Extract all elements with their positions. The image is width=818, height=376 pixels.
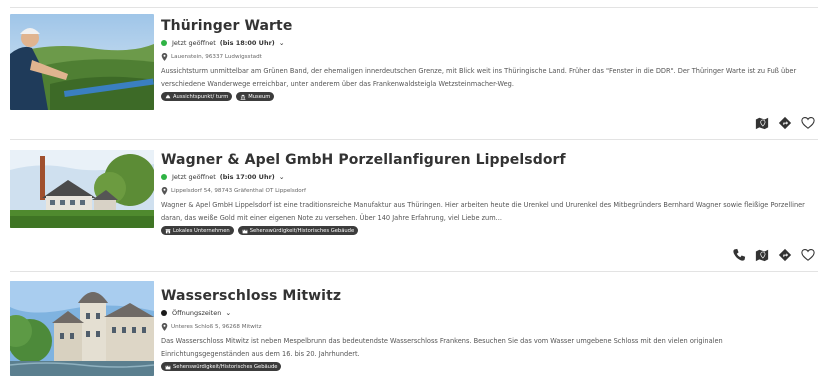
landmark-icon [165,365,171,369]
opening-status[interactable]: Öffnungszeiten ⌄ [161,309,811,317]
result-title[interactable]: Wasserschloss Mitwitz [161,288,811,304]
result-card-wagner-apel[interactable]: Wagner & Apel GmbH Porzellanfiguren Lipp… [0,140,818,270]
result-content: Wagner & Apel GmbH Porzellanfiguren Lipp… [161,152,811,235]
address: Unteres Schloß 5, 96268 Mitwitz [161,323,811,331]
result-image[interactable] [10,14,154,110]
address-text: Unteres Schloß 5, 96268 Mitwitz [171,324,262,330]
tag-label: Lokales Unternehmen [173,227,230,234]
tag-list: Aussichtspunkt/ turm Museum [161,92,811,101]
favorite-icon[interactable] [801,248,815,262]
map-pin-icon [161,323,168,331]
result-title[interactable]: Wagner & Apel GmbH Porzellanfiguren Lipp… [161,152,811,168]
result-image[interactable] [10,150,154,228]
map-icon[interactable] [755,248,769,262]
tag-label: Museum [248,93,271,100]
result-content: Wasserschloss Mitwitz Öffnungszeiten ⌄ U… [161,288,811,371]
status-text: Jetzt geöffnet [172,173,216,181]
open-status-dot-icon [161,174,167,180]
opening-hours: (bis 17:00 Uhr) [219,173,275,181]
result-actions [755,116,815,130]
favorite-icon[interactable] [801,116,815,130]
tag-museum[interactable]: Museum [236,92,275,101]
search-results-list: Thüringer Warte Jetzt geöffnet (bis 18:0… [0,0,818,376]
binoculars-icon [165,94,171,98]
tag-lokales-unternehmen[interactable]: Lokales Unternehmen [161,226,234,235]
tag-sehenswuerdigkeit[interactable]: Sehenswürdigkeit/Historisches Gebäude [161,362,282,371]
store-icon [165,228,171,233]
opening-status[interactable]: Jetzt geöffnet (bis 18:00 Uhr) ⌄ [161,39,811,47]
address-text: Lippelsdorf 54, 98743 Gräfenthal OT Lipp… [171,188,306,194]
result-description: Wagner & Apel GmbH Lippelsdorf ist eine … [161,201,805,222]
map-icon[interactable] [755,116,769,130]
address-text: Lauenstein, 96337 Ludwigsstadt [171,54,262,60]
tag-list: Lokales Unternehmen Sehenswürdigkeit/His… [161,226,811,235]
result-image[interactable] [10,281,154,376]
open-status-dot-icon [161,40,167,46]
result-title[interactable]: Thüringer Warte [161,18,811,34]
chevron-down-icon[interactable]: ⌄ [279,39,285,47]
result-card-wasserschloss-mitwitz[interactable]: Wasserschloss Mitwitz Öffnungszeiten ⌄ U… [0,272,818,376]
map-pin-icon [161,53,168,61]
tag-list: Sehenswürdigkeit/Historisches Gebäude [161,362,811,371]
result-actions [732,248,815,262]
address: Lippelsdorf 54, 98743 Gräfenthal OT Lipp… [161,187,811,195]
tag-label: Sehenswürdigkeit/Historisches Gebäude [173,363,278,370]
result-content: Thüringer Warte Jetzt geöffnet (bis 18:0… [161,18,811,101]
result-description: Aussichtsturm unmittelbar am Grünen Band… [161,67,797,88]
landmark-icon [242,229,248,233]
result-description: Das Wasserschloss Mitwitz ist neben Mesp… [161,337,723,358]
chevron-down-icon[interactable]: ⌄ [279,173,285,181]
tag-aussichtspunkt[interactable]: Aussichtspunkt/ turm [161,92,233,101]
tag-sehenswuerdigkeit[interactable]: Sehenswürdigkeit/Historisches Gebäude [237,226,359,235]
directions-icon[interactable] [778,248,792,262]
opening-hours: (bis 18:00 Uhr) [219,39,275,47]
tag-label: Sehenswürdigkeit/Historisches Gebäude [249,227,355,234]
tag-label: Aussichtspunkt/ turm [173,93,229,100]
museum-icon [240,94,246,100]
result-card-thueringer-warte[interactable]: Thüringer Warte Jetzt geöffnet (bis 18:0… [0,0,818,140]
map-pin-icon [161,187,168,195]
status-dot-icon [161,310,167,316]
phone-icon[interactable] [732,248,746,262]
chevron-down-icon[interactable]: ⌄ [225,309,231,317]
address: Lauenstein, 96337 Ludwigsstadt [161,53,811,61]
directions-icon[interactable] [778,116,792,130]
status-text: Jetzt geöffnet [172,39,216,47]
opening-status[interactable]: Jetzt geöffnet (bis 17:00 Uhr) ⌄ [161,173,811,181]
status-text: Öffnungszeiten [172,309,222,317]
